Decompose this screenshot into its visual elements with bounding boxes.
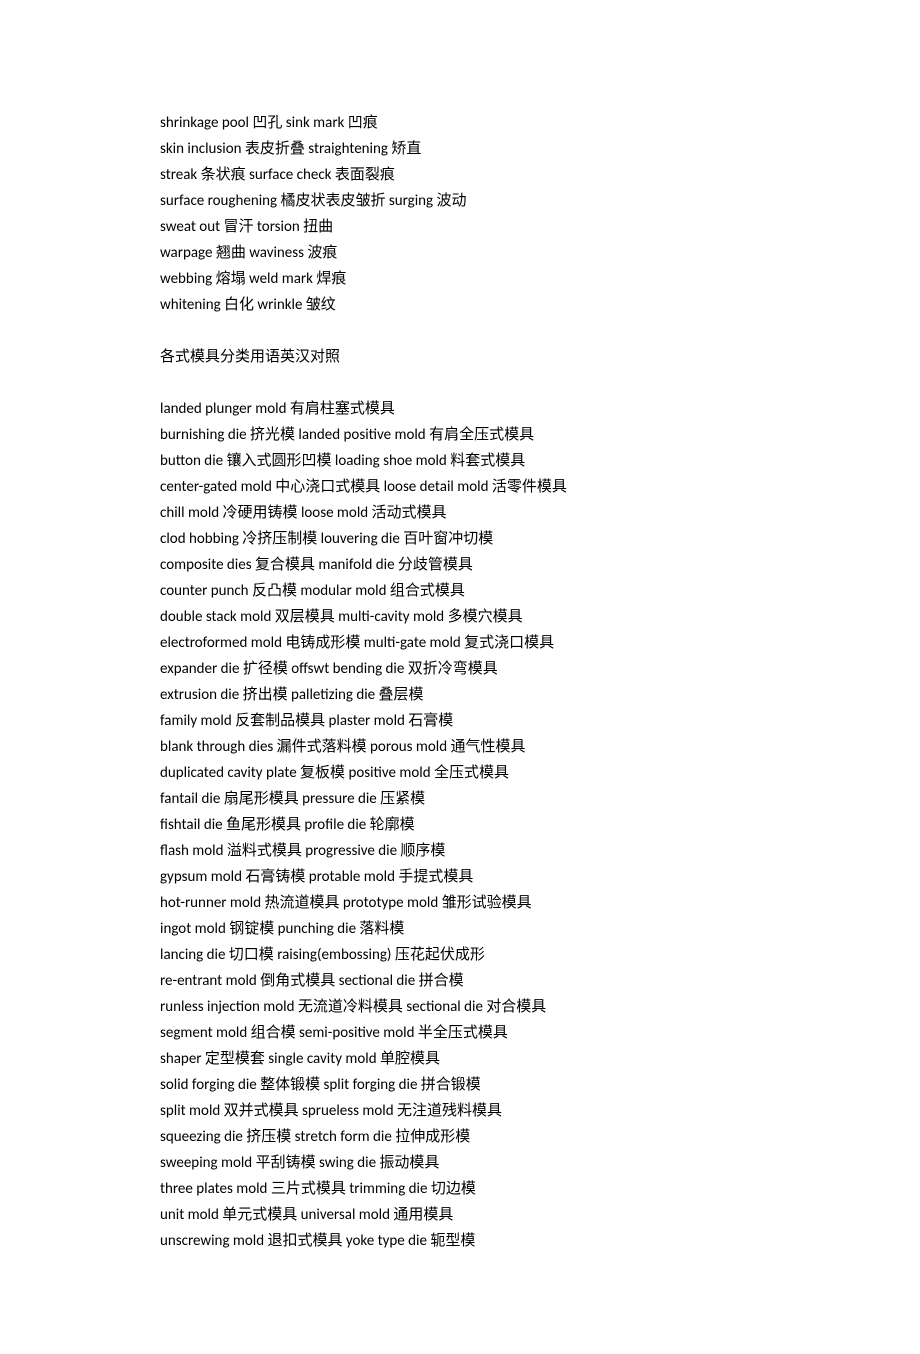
text-line: lancing die 切口模 raising(embossing) 压花起伏成… — [160, 942, 760, 968]
blank-line — [160, 318, 760, 344]
text-line: blank through dies 漏件式落料模 porous mold 通气… — [160, 734, 760, 760]
text-line: composite dies 复合模具 manifold die 分歧管模具 — [160, 552, 760, 578]
blank-line — [160, 370, 760, 396]
text-line: re-entrant mold 倒角式模具 sectional die 拼合模 — [160, 968, 760, 994]
text-line: split mold 双并式模具 sprueless mold 无注道残料模具 — [160, 1098, 760, 1124]
text-line: gypsum mold 石膏铸模 protable mold 手提式模具 — [160, 864, 760, 890]
text-line: runless injection mold 无流道冷料模具 sectional… — [160, 994, 760, 1020]
text-line: sweeping mold 平刮铸模 swing die 振动模具 — [160, 1150, 760, 1176]
text-line: extrusion die 挤出模 palletizing die 叠层模 — [160, 682, 760, 708]
text-line: unit mold 单元式模具 universal mold 通用模具 — [160, 1202, 760, 1228]
text-line: fantail die 扇尾形模具 pressure die 压紧模 — [160, 786, 760, 812]
text-line: double stack mold 双层模具 multi-cavity mold… — [160, 604, 760, 630]
text-line: shaper 定型模套 single cavity mold 单腔模具 — [160, 1046, 760, 1072]
text-line: sweat out 冒汗 torsion 扭曲 — [160, 214, 760, 240]
text-line: webbing 熔塌 weld mark 焊痕 — [160, 266, 760, 292]
text-line: surface roughening 橘皮状表皮皱折 surging 波动 — [160, 188, 760, 214]
section-2: landed plunger mold 有肩柱塞式模具 burnishing d… — [160, 396, 760, 1254]
text-line: segment mold 组合模 semi-positive mold 半全压式… — [160, 1020, 760, 1046]
text-line: hot-runner mold 热流道模具 prototype mold 雏形试… — [160, 890, 760, 916]
text-line: warpage 翘曲 waviness 波痕 — [160, 240, 760, 266]
text-line: unscrewing mold 退扣式模具 yoke type die 轭型模 — [160, 1228, 760, 1254]
text-line: flash mold 溢料式模具 progressive die 顺序模 — [160, 838, 760, 864]
text-line: counter punch 反凸模 modular mold 组合式模具 — [160, 578, 760, 604]
text-line: duplicated cavity plate 复板模 positive mol… — [160, 760, 760, 786]
document-page: shrinkage pool 凹孔 sink mark 凹痕 skin incl… — [0, 0, 920, 1354]
text-line: whitening 白化 wrinkle 皱纹 — [160, 292, 760, 318]
text-line: button die 镶入式圆形凹模 loading shoe mold 料套式… — [160, 448, 760, 474]
text-line: skin inclusion 表皮折叠 straightening 矫直 — [160, 136, 760, 162]
text-line: ingot mold 钢锭模 punching die 落料模 — [160, 916, 760, 942]
text-line: shrinkage pool 凹孔 sink mark 凹痕 — [160, 110, 760, 136]
text-line: chill mold 冷硬用铸模 loose mold 活动式模具 — [160, 500, 760, 526]
text-line: center-gated mold 中心浇口式模具 loose detail m… — [160, 474, 760, 500]
text-line: landed plunger mold 有肩柱塞式模具 — [160, 396, 760, 422]
text-line: electroformed mold 电铸成形模 multi-gate mold… — [160, 630, 760, 656]
section-1: shrinkage pool 凹孔 sink mark 凹痕 skin incl… — [160, 110, 760, 318]
section-heading: 各式模具分类用语英汉对照 — [160, 344, 760, 370]
text-line: burnishing die 挤光模 landed positive mold … — [160, 422, 760, 448]
text-line: expander die 扩径模 offswt bending die 双折冷弯… — [160, 656, 760, 682]
text-line: solid forging die 整体锻模 split forging die… — [160, 1072, 760, 1098]
text-line: family mold 反套制品模具 plaster mold 石膏模 — [160, 708, 760, 734]
text-line: fishtail die 鱼尾形模具 profile die 轮廓模 — [160, 812, 760, 838]
text-line: clod hobbing 冷挤压制模 louvering die 百叶窗冲切模 — [160, 526, 760, 552]
text-line: three plates mold 三片式模具 trimming die 切边模 — [160, 1176, 760, 1202]
text-line: squeezing die 挤压模 stretch form die 拉伸成形模 — [160, 1124, 760, 1150]
text-line: streak 条状痕 surface check 表面裂痕 — [160, 162, 760, 188]
